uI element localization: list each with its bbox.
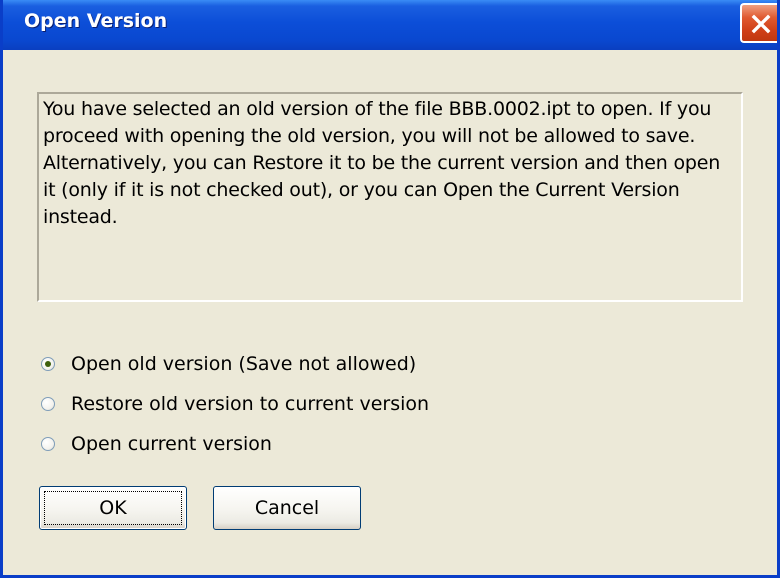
option-label-open-current-version: Open current version xyxy=(71,433,272,455)
radio-open-old-version[interactable] xyxy=(41,357,55,371)
option-label-restore-old-version: Restore old version to current version xyxy=(71,393,430,415)
message-box: You have selected an old version of the … xyxy=(37,92,743,302)
open-version-dialog: Open Version You have selected an old ve… xyxy=(0,0,780,578)
dialog-title: Open Version xyxy=(24,10,168,32)
radio-open-current-version[interactable] xyxy=(41,437,55,451)
cancel-button[interactable]: Cancel xyxy=(213,486,361,530)
option-open-old-version[interactable]: Open old version (Save not allowed) xyxy=(41,350,416,378)
option-label-open-old-version: Open old version (Save not allowed) xyxy=(71,353,417,375)
cancel-button-label: Cancel xyxy=(254,497,320,519)
close-button[interactable] xyxy=(740,3,777,43)
close-icon xyxy=(751,14,771,34)
message-text: You have selected an old version of the … xyxy=(43,98,721,228)
option-restore-old-version[interactable]: Restore old version to current version xyxy=(41,390,429,418)
option-open-current-version[interactable]: Open current version xyxy=(41,430,272,458)
ok-button[interactable]: OK xyxy=(39,486,187,530)
radio-restore-old-version[interactable] xyxy=(41,397,55,411)
title-bar[interactable]: Open Version xyxy=(3,0,777,50)
focus-rectangle xyxy=(44,491,182,525)
